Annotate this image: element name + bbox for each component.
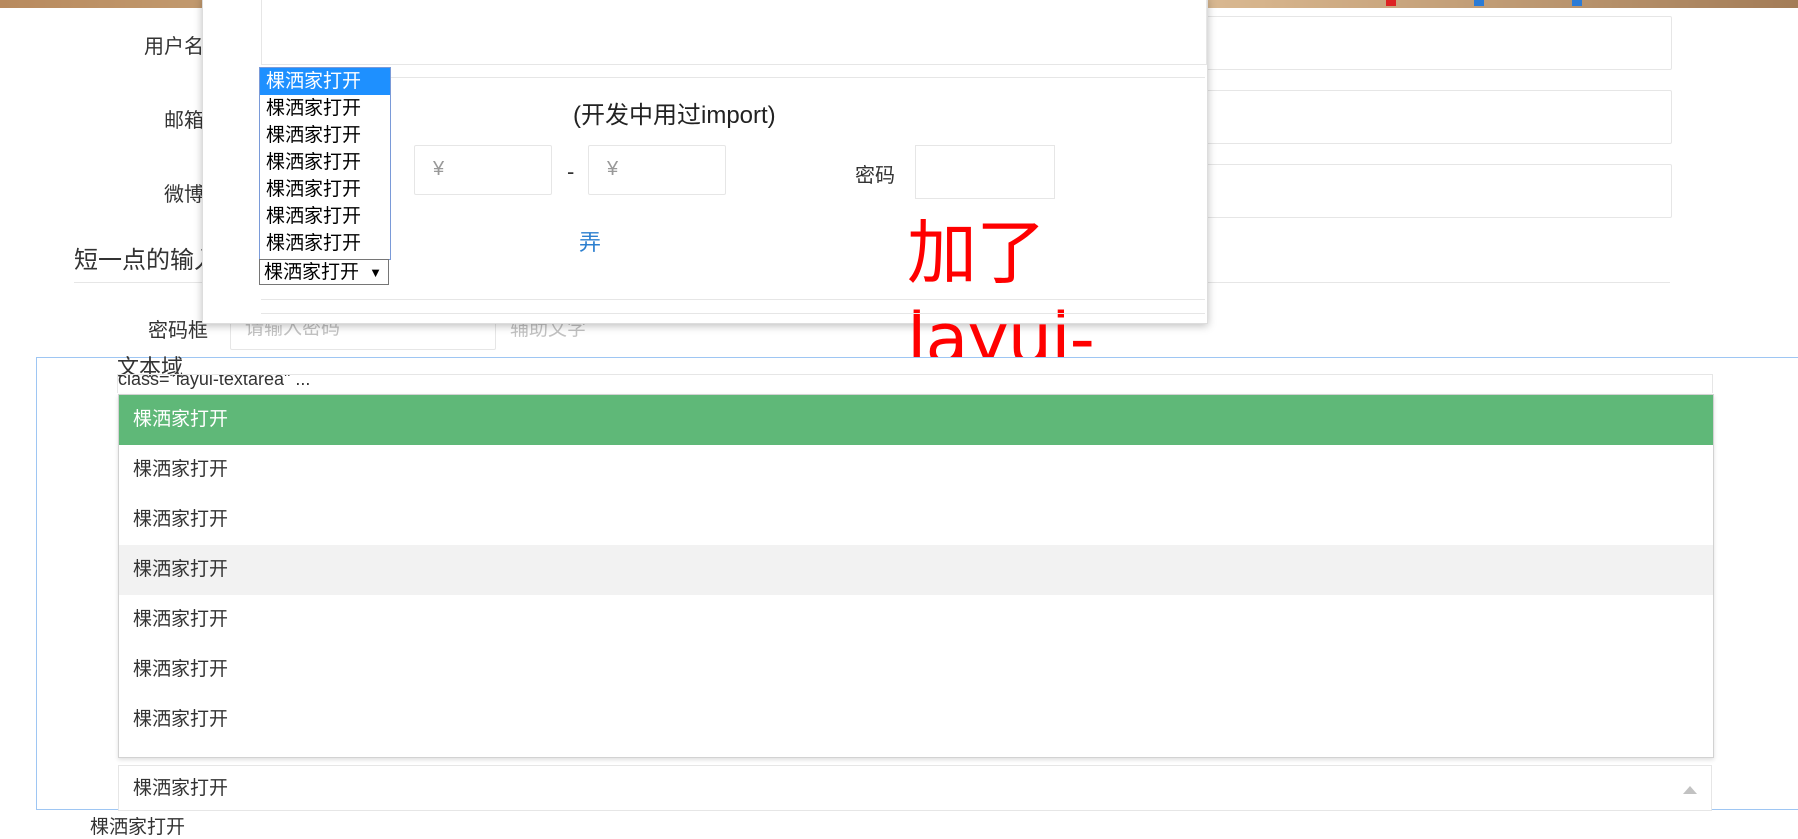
select-option[interactable]: 棵洒家打开 — [119, 495, 1713, 545]
textarea-form-card: 文本域 class="layui-textarea" ... 棵洒家打开 棵洒家… — [36, 355, 1798, 811]
toolbar-red-icon — [1386, 0, 1396, 6]
select-option[interactable]: 棵洒家打开 — [119, 695, 1713, 745]
native-select[interactable]: 棵洒家打开 ▼ — [259, 259, 389, 285]
textarea-text: class="layui-textarea" ... — [118, 374, 311, 389]
username-input[interactable] — [1206, 16, 1672, 70]
select-option[interactable]: 棵洒家打开 — [119, 395, 1713, 445]
native-option[interactable]: 棵洒家打开 — [260, 68, 390, 95]
native-option[interactable]: 棵洒家打开 — [260, 176, 390, 203]
password-label: 密码框 — [148, 320, 208, 342]
toolbar-blue-icon — [1474, 0, 1484, 6]
below-select-text: 棵洒家打开 — [90, 817, 186, 838]
dropdown-arrow-icon: ▼ — [369, 265, 382, 280]
modal-top-field[interactable] — [261, 0, 1207, 65]
layui-select-dropdown[interactable]: 棵洒家打开 棵洒家打开 棵洒家打开 棵洒家打开 棵洒家打开 棵洒家打开 棵洒家打… — [118, 394, 1714, 758]
textarea[interactable]: class="layui-textarea" ... — [117, 374, 1713, 393]
select-option[interactable]: 棵洒家打开 — [119, 545, 1713, 595]
email-input[interactable] — [1206, 90, 1672, 144]
native-option[interactable]: 棵洒家打开 — [260, 95, 390, 122]
price-min-input[interactable]: ¥ — [414, 145, 552, 195]
native-option[interactable]: 棵洒家打开 — [260, 149, 390, 176]
native-select-listbox[interactable]: 棵洒家打开 棵洒家打开 棵洒家打开 棵洒家打开 棵洒家打开 棵洒家打开 棵洒家打… — [259, 67, 391, 260]
select-option[interactable]: 棵洒家打开 — [119, 445, 1713, 495]
toolbar-blue-icon-2 — [1572, 0, 1582, 6]
cut-mark-text: 弄 — [579, 230, 602, 255]
username-label: 用户名 — [144, 36, 204, 58]
weibo-input[interactable] — [1206, 164, 1672, 218]
rich-editor-label: (开发中用过import) — [573, 102, 776, 129]
native-option[interactable]: 棵洒家打开 — [260, 203, 390, 230]
price-max-input[interactable]: ¥ — [588, 145, 726, 195]
layui-select-value: 棵洒家打开 — [133, 778, 229, 799]
select-option[interactable]: 棵洒家打开 — [119, 595, 1713, 645]
modal-password-input[interactable] — [915, 145, 1055, 199]
weibo-label: 微博 — [164, 184, 204, 206]
select-option[interactable]: 棵洒家打开 — [119, 645, 1713, 695]
modal-divider-3 — [261, 313, 1205, 314]
native-option[interactable]: 棵洒家打开 — [260, 230, 390, 257]
modal-password-label: 密码 — [855, 165, 895, 187]
modal-divider-1 — [261, 77, 1205, 78]
modal-divider-2 — [261, 299, 1205, 300]
caret-up-icon — [1683, 786, 1697, 794]
short-input-section-title: 短一点的输入 — [74, 247, 218, 274]
native-select-value: 棵洒家打开 — [264, 262, 360, 283]
email-label: 邮箱 — [164, 110, 204, 132]
layui-select-input[interactable]: 棵洒家打开 — [118, 765, 1712, 811]
native-option[interactable]: 棵洒家打开 — [260, 122, 390, 149]
range-dash: - — [567, 159, 575, 184]
